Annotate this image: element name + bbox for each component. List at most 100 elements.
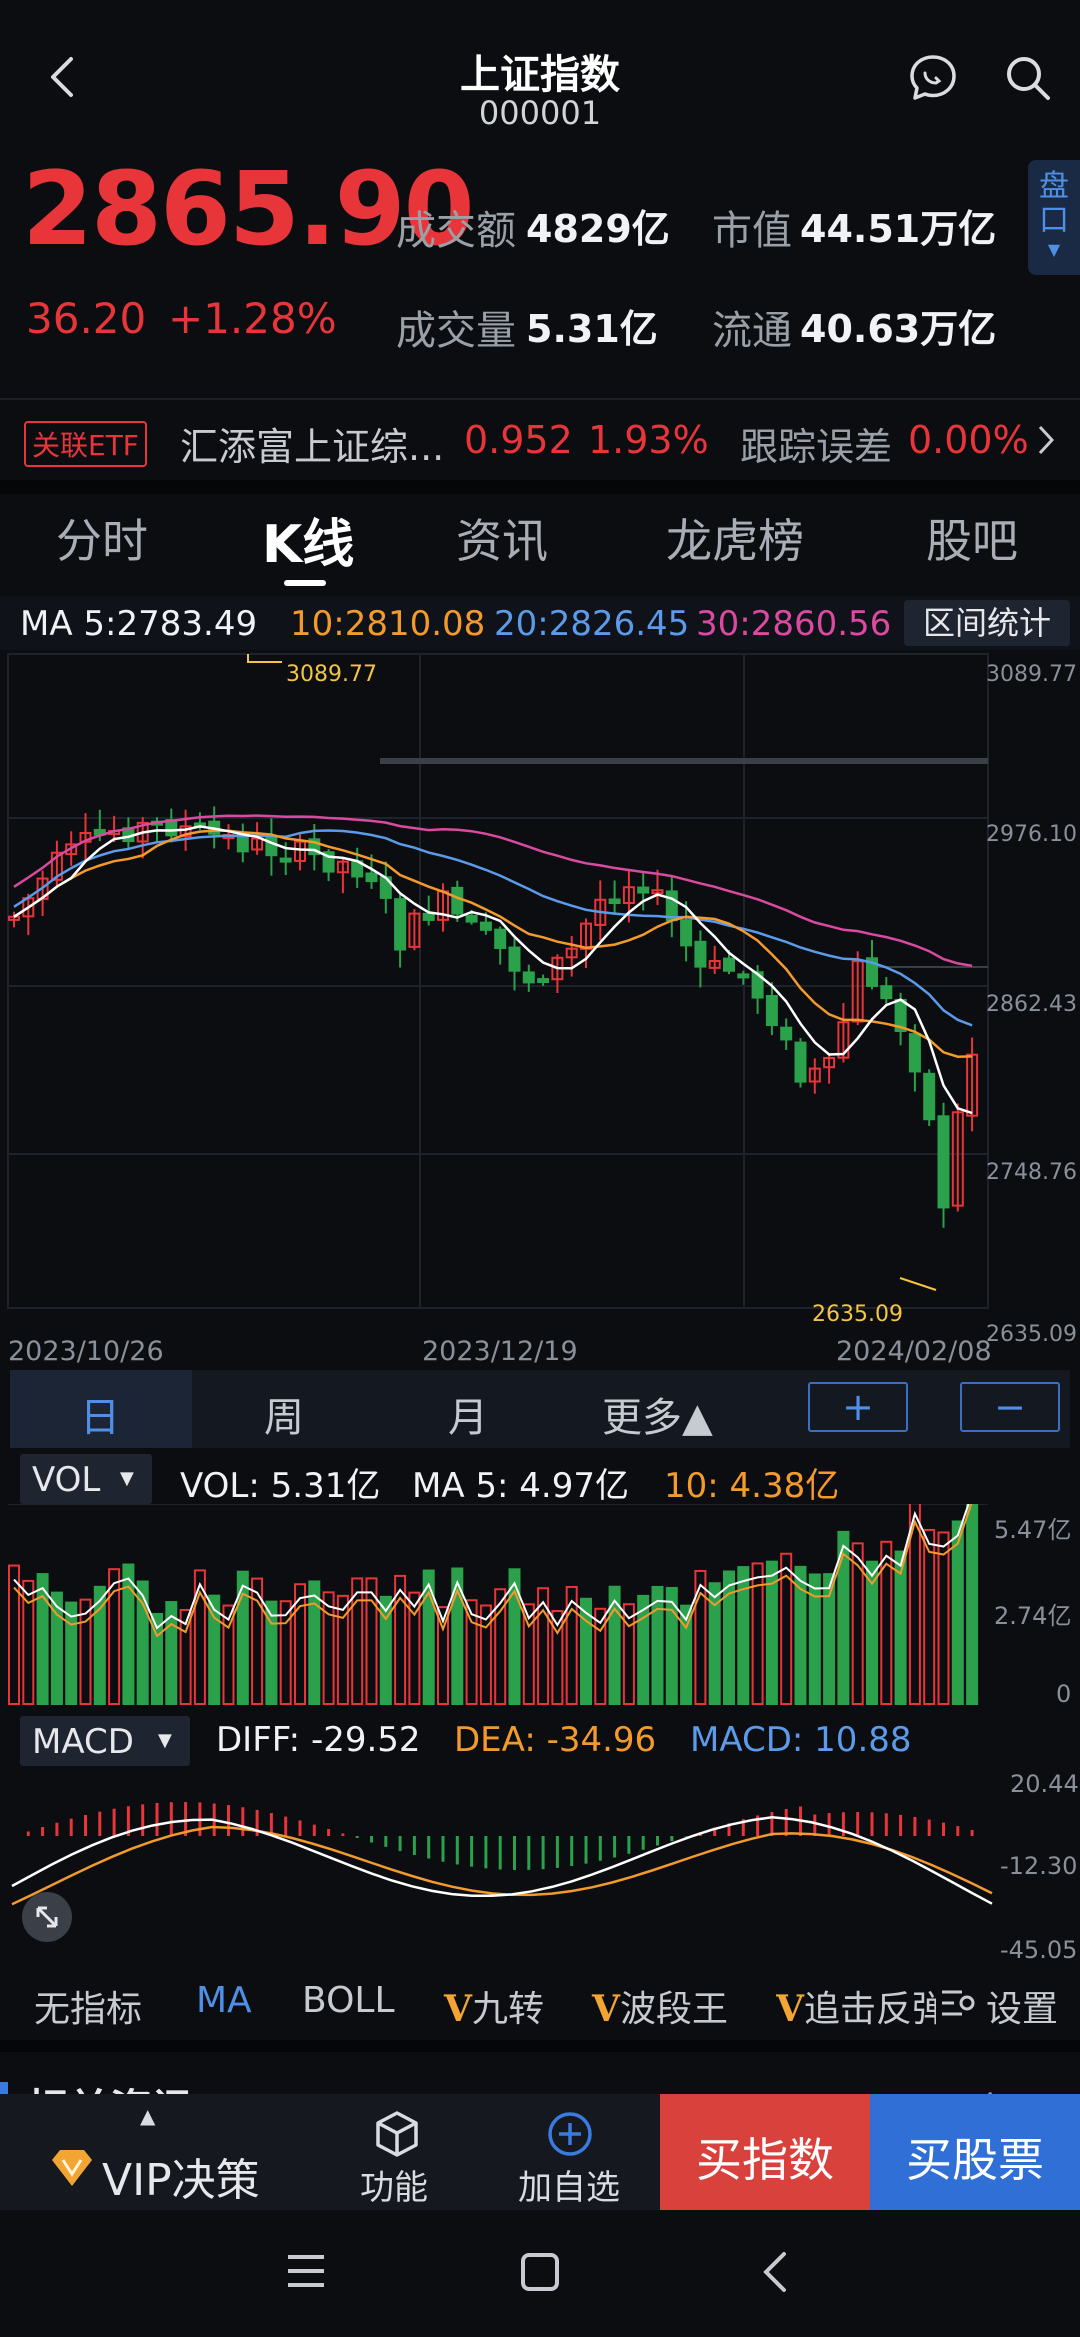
float-label: 流通 [712,308,792,354]
chevron-right-icon [1036,424,1056,456]
vol-bar-down [651,1585,664,1705]
indicator-zhuiji-label: 追击反弹 [803,1989,936,2030]
candle-down [537,978,550,984]
diamond-icon [50,2148,94,2192]
back-nav-icon[interactable] [760,2250,790,2298]
vip-v-icon: V [444,1988,472,2030]
tab-timeshare[interactable]: 分时 [56,505,148,571]
search-icon[interactable] [1003,53,1053,103]
tab-forum[interactable]: 股吧 [926,505,1018,571]
tracking-value: 0.00% [908,418,1029,462]
add-watchlist-label: 加自选 [518,2168,620,2208]
settings-icon[interactable] [940,1988,976,2022]
caret-down-icon: ▼ [1047,240,1061,259]
candle-down [465,914,478,923]
vol-y-label-1: 2.74亿 [994,1602,1072,1630]
etf-badge: 关联ETF [24,421,147,467]
tab-kline[interactable]: K线 [262,502,354,577]
float-value: 40.63万亿 [800,307,997,351]
indicator-ma[interactable]: MA [196,1980,252,2021]
candle-down [680,919,693,947]
vol-bar-down [65,1601,78,1705]
chevron-up-icon: ▲ [140,2104,156,2128]
fullscreen-icon[interactable] [22,1892,72,1942]
volume-chart[interactable] [0,1504,1080,1710]
candle-down [608,898,621,905]
vol-selector-label: VOL [32,1460,101,1500]
macd-selector-label: MACD [32,1722,134,1762]
buy-stock-button[interactable]: 买股票 [870,2094,1080,2210]
settings-label[interactable]: 设置 [986,1980,1058,2032]
kline-chart[interactable] [0,650,1080,1370]
diff-line [11,1816,993,1905]
macd-dea: DEA: -34.96 [454,1720,657,1760]
volume-value: 5.31亿 [526,307,658,351]
order-book-label: 盘口 [1039,169,1069,238]
volume-label: 成交量 [396,308,516,354]
home-icon[interactable] [520,2252,560,2296]
candle-down [365,872,378,883]
indicator-boduanwang[interactable]: V波段王 [592,1980,728,2032]
ma20-line [13,829,973,1027]
tab-news[interactable]: 资讯 [456,505,548,571]
ma20-value: 20:2826.45 [494,604,690,644]
candle-down [794,1041,807,1083]
caret-down-icon: ▼ [120,1468,134,1489]
dea-line [11,1825,993,1906]
tab-active-indicator [284,580,326,586]
mktcap-value: 44.51万亿 [800,207,997,251]
period-day[interactable]: 日 [80,1385,120,1443]
macd-diff: DIFF: -29.52 [216,1720,421,1760]
candle-down [923,1072,936,1121]
indicator-jiuzhuan-label: 九转 [471,1989,544,2030]
vol-bar-up [322,1591,335,1705]
range-stat-button[interactable]: 区间统计 [904,600,1070,646]
section-separator [0,480,1080,494]
indicator-boll[interactable]: BOLL [302,1980,395,2021]
zoom-in-button[interactable]: + [808,1382,908,1432]
period-more[interactable]: 更多▲ [602,1385,713,1443]
order-book-tab[interactable]: 盘口 ▼ [1028,160,1080,275]
tab-dragon-tiger[interactable]: 龙虎榜 [666,505,804,571]
kline-y-label-2: 2862.43 [986,992,1077,1017]
add-watchlist-button[interactable]: 加自选 [500,2094,640,2210]
vip-v-icon: V [592,1988,620,2030]
macd-y-label-0: 20.44 [1010,1770,1079,1798]
ma30-value: 30:2860.56 [696,604,892,644]
indicator-zhuiji[interactable]: V追击反弹 [776,1980,936,2032]
turnover-label: 成交额 [396,208,516,254]
kline-y-label-1: 2976.10 [986,822,1077,847]
candle-down [279,857,292,863]
function-button[interactable]: 功能 [336,2094,456,2210]
vol-bar-up [937,1531,950,1706]
add-circle-icon [546,2110,594,2162]
zoom-out-button[interactable]: − [960,1382,1060,1432]
period-week[interactable]: 周 [264,1385,304,1443]
indicator-jiuzhuan[interactable]: V九转 [444,1980,544,2032]
caret-down-icon: ▼ [158,1730,172,1751]
vol-y-label-0: 5.47亿 [994,1516,1072,1544]
vip-label: VIP决策 [102,2155,260,2206]
vol-selector[interactable]: VOL ▼ [20,1454,152,1504]
buy-index-button[interactable]: 买指数 [660,2094,870,2210]
candle-down [394,898,407,951]
candle-down [494,928,507,949]
candle-down [637,886,650,894]
candle-down [451,886,464,915]
tracking-label: 跟踪误差 [740,425,893,469]
period-month[interactable]: 月 [448,1385,488,1443]
macd-selector[interactable]: MACD ▼ [20,1716,190,1766]
section-separator [0,2040,1080,2052]
indicator-none[interactable]: 无指标 [34,1980,142,2032]
candle-down [780,1026,793,1041]
ma5-value: MA 5:2783.49 [20,604,258,644]
menu-icon[interactable] [286,2253,326,2293]
function-label: 功能 [360,2168,428,2208]
cube-icon [374,2110,420,2162]
vol-value: VOL: 5.31亿 [180,1466,381,1506]
macd-chart[interactable] [0,1766,1080,1970]
vip-button[interactable]: ▲ VIP决策 [0,2094,304,2210]
macd-value: MACD: 10.88 [690,1720,912,1760]
price-change-pct: +1.28% [168,294,337,343]
chat-icon[interactable] [908,53,958,103]
